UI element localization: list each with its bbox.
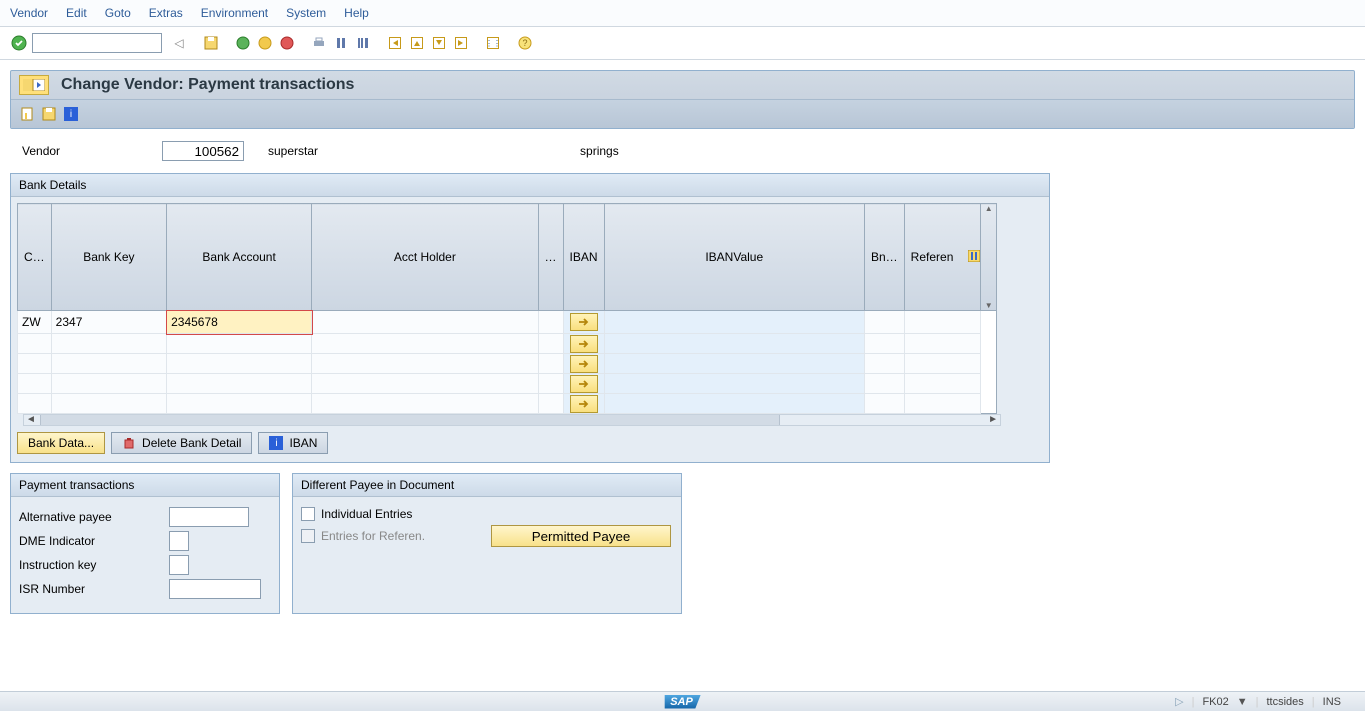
menu-edit[interactable]: Edit [66, 6, 87, 20]
payment-transactions-panel: Payment transactions Alternative payee D… [10, 473, 280, 614]
screen-icon[interactable] [19, 75, 49, 95]
diff-payee-title: Different Payee in Document [293, 474, 681, 497]
alt-payee-input[interactable] [169, 507, 249, 527]
find-icon[interactable] [332, 34, 350, 52]
command-input[interactable] [32, 33, 162, 53]
entries-referen-label: Entries for Referen. [321, 529, 425, 543]
find-next-icon[interactable] [354, 34, 372, 52]
bank-grid: C… Bank Key Bank Account Acct Holder … I… [17, 203, 997, 414]
enter-icon[interactable] [10, 34, 28, 52]
isr-input[interactable] [169, 579, 261, 599]
iban-arrow-button[interactable] [570, 375, 598, 393]
dme-label: DME Indicator [19, 534, 169, 548]
instruction-key-label: Instruction key [19, 558, 169, 572]
col-reference[interactable]: Referen [904, 204, 981, 311]
print-icon[interactable] [310, 34, 328, 52]
menu-extras[interactable]: Extras [149, 6, 183, 20]
alt-payee-label: Alternative payee [19, 510, 169, 524]
vendor-number-input[interactable] [162, 141, 244, 161]
vendor-name: superstar [268, 144, 318, 158]
table-row[interactable] [18, 311, 997, 334]
other-vendor-icon[interactable] [19, 106, 35, 122]
col-iban-value[interactable]: IBANValue [604, 204, 864, 311]
col-bank-name[interactable]: Bn… [864, 204, 904, 311]
title-block: Change Vendor: Payment transactions i [10, 70, 1355, 129]
grid-hscroll[interactable] [23, 414, 1001, 426]
sap-logo: SAP [664, 695, 701, 709]
save-sub-icon[interactable] [41, 106, 57, 122]
col-ellipsis[interactable]: … [538, 204, 563, 311]
instruction-key-input[interactable] [169, 555, 189, 575]
menubar: Vendor Edit Goto Extras Environment Syst… [0, 0, 1365, 27]
back-icon[interactable] [234, 34, 252, 52]
bank-data-button[interactable]: Bank Data... [17, 432, 105, 454]
svg-text:⋮⋮: ⋮⋮ [486, 39, 500, 48]
diff-payee-panel: Different Payee in Document Individual E… [292, 473, 682, 614]
col-iban[interactable]: IBAN [563, 204, 604, 311]
isr-label: ISR Number [19, 582, 169, 596]
first-page-icon[interactable] [386, 34, 404, 52]
menu-system[interactable]: System [286, 6, 326, 20]
status-tcode: FK02 [1202, 696, 1228, 708]
table-row[interactable] [18, 394, 997, 414]
next-page-icon[interactable] [430, 34, 448, 52]
status-mode: INS [1323, 696, 1341, 708]
col-acct-holder[interactable]: Acct Holder [312, 204, 538, 311]
status-user: ttcsides [1267, 696, 1304, 708]
cell-bank-account[interactable] [171, 313, 307, 331]
menu-goto[interactable]: Goto [105, 6, 131, 20]
config-columns-icon[interactable] [968, 250, 980, 262]
delete-bank-detail-button[interactable]: Delete Bank Detail [111, 432, 252, 454]
page-title: Change Vendor: Payment transactions [61, 76, 354, 94]
cell-acct-holder[interactable] [316, 313, 533, 331]
iban-arrow-button[interactable] [570, 395, 598, 413]
toolbar: ◁ ⋮⋮ ? [0, 27, 1365, 60]
col-bank-account[interactable]: Bank Account [167, 204, 312, 311]
grid-vscroll[interactable]: ▲ ▼ [981, 204, 997, 311]
iban-arrow-button[interactable] [570, 313, 598, 331]
payment-transactions-title: Payment transactions [11, 474, 279, 497]
individual-entries-label: Individual Entries [321, 507, 412, 521]
new-session-icon[interactable]: ⋮⋮ [484, 34, 502, 52]
cell-country[interactable] [22, 313, 47, 331]
cancel-icon[interactable] [278, 34, 296, 52]
iban-info-icon: i [269, 436, 283, 450]
vendor-location: springs [580, 144, 619, 158]
svg-text:?: ? [522, 38, 527, 48]
bank-details-panel: Bank Details C… Bank Key Bank Account Ac… [10, 173, 1050, 463]
menu-environment[interactable]: Environment [201, 6, 268, 20]
last-page-icon[interactable] [452, 34, 470, 52]
exit-icon[interactable] [256, 34, 274, 52]
prev-icon[interactable]: ◁ [170, 34, 188, 52]
delete-icon [122, 436, 136, 450]
iban-arrow-button[interactable] [570, 355, 598, 373]
table-row[interactable] [18, 334, 997, 354]
individual-entries-checkbox[interactable] [301, 507, 315, 521]
status-bar: SAP ▷ | FK02 ▼ | ttcsides | INS [0, 691, 1365, 711]
help-icon[interactable]: ? [516, 34, 534, 52]
col-bank-key[interactable]: Bank Key [51, 204, 166, 311]
menu-vendor[interactable]: Vendor [10, 6, 48, 20]
vendor-label: Vendor [22, 144, 150, 158]
info-icon[interactable]: i [63, 106, 79, 122]
vendor-row: Vendor superstar springs [10, 129, 1355, 173]
save-icon[interactable] [202, 34, 220, 52]
dme-input[interactable] [169, 531, 189, 551]
menu-help[interactable]: Help [344, 6, 369, 20]
status-play-icon[interactable]: ▷ [1175, 695, 1183, 708]
table-row[interactable] [18, 374, 997, 394]
prev-page-icon[interactable] [408, 34, 426, 52]
col-country[interactable]: C… [18, 204, 52, 311]
bank-details-title: Bank Details [11, 174, 1049, 197]
cell-bank-key[interactable] [56, 313, 162, 331]
permitted-payee-button[interactable]: Permitted Payee [491, 525, 671, 547]
entries-referen-checkbox [301, 529, 315, 543]
table-row[interactable] [18, 354, 997, 374]
iban-arrow-button[interactable] [570, 335, 598, 353]
status-dropdown-icon[interactable]: ▼ [1237, 696, 1248, 708]
iban-button[interactable]: i IBAN [258, 432, 328, 454]
